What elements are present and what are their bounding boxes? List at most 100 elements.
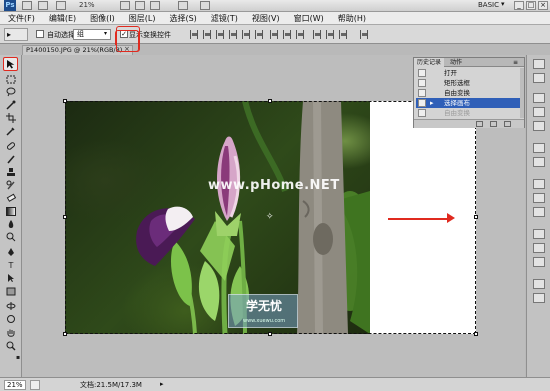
eyedropper-tool-icon[interactable]	[4, 125, 18, 137]
menu-edit[interactable]: 编辑(E)	[49, 13, 76, 24]
tab-actions[interactable]: 动作	[447, 58, 465, 67]
close-button[interactable]: ×	[538, 1, 548, 10]
history-scrollbar[interactable]	[520, 68, 524, 118]
menu-image[interactable]: 图像(I)	[90, 13, 115, 24]
navigator-panel-icon[interactable]	[533, 229, 545, 239]
channels-panel-icon[interactable]	[533, 193, 545, 203]
quick-selection-tool-icon[interactable]	[4, 99, 18, 111]
align-left-icon[interactable]	[229, 30, 237, 39]
view-extras-icon[interactable]	[38, 1, 48, 10]
align-top-icon[interactable]	[190, 30, 198, 39]
panel-menu-icon[interactable]: ≡	[510, 58, 521, 67]
healing-brush-tool-icon[interactable]	[4, 140, 18, 152]
path-selection-tool-icon[interactable]	[4, 272, 18, 284]
menu-view[interactable]: 视图(V)	[252, 13, 280, 24]
pen-tool-icon[interactable]	[4, 246, 18, 258]
rotate-view-icon[interactable]	[150, 1, 160, 10]
new-snapshot-icon[interactable]	[490, 121, 497, 127]
swatches-panel-icon[interactable]	[533, 107, 545, 117]
distribute-top-icon[interactable]	[270, 30, 278, 39]
status-icon[interactable]	[30, 380, 40, 390]
distribute-left-icon[interactable]	[313, 30, 321, 39]
zoom-level[interactable]: 21%	[79, 1, 95, 9]
type-tool-icon[interactable]: T	[4, 259, 18, 271]
status-menu-arrow-icon[interactable]: ▸	[160, 380, 164, 388]
menu-layer[interactable]: 图层(L)	[129, 13, 156, 24]
transform-handle-left[interactable]	[63, 215, 67, 219]
transform-handle-right[interactable]	[474, 215, 478, 219]
bridge-icon[interactable]	[22, 1, 32, 10]
align-horizontal-center-icon[interactable]	[242, 30, 250, 39]
zoom-tool-icon[interactable]	[4, 340, 18, 352]
color-panel-icon[interactable]	[533, 93, 545, 103]
distribute-bottom-icon[interactable]	[296, 30, 304, 39]
histogram-panel-icon[interactable]	[533, 257, 545, 267]
history-row[interactable]: 打开	[416, 68, 520, 78]
delete-icon[interactable]	[504, 121, 511, 127]
zoom-level-icon[interactable]	[56, 1, 66, 10]
transform-handle-top-left[interactable]	[63, 99, 67, 103]
history-row-active[interactable]: ▸ 选择画布	[416, 98, 520, 108]
menu-select[interactable]: 选择(S)	[169, 13, 196, 24]
align-vertical-center-icon[interactable]	[203, 30, 211, 39]
transform-handle-bottom-right[interactable]	[474, 332, 478, 336]
info-panel-icon[interactable]	[533, 243, 545, 253]
layers-panel-icon[interactable]	[533, 179, 545, 189]
dodge-tool-icon[interactable]	[4, 231, 18, 243]
eraser-tool-icon[interactable]	[4, 192, 18, 204]
blur-tool-icon[interactable]	[4, 218, 18, 230]
maximize-button[interactable]: □	[526, 1, 536, 10]
menu-window[interactable]: 窗口(W)	[294, 13, 324, 24]
auto-select-checkbox[interactable]	[36, 30, 44, 38]
menu-file[interactable]: 文件(F)	[8, 13, 35, 24]
distribute-right-icon[interactable]	[339, 30, 347, 39]
history-row-disabled[interactable]: 自由变换	[416, 108, 520, 118]
animation-panel-icon[interactable]	[533, 293, 545, 303]
transform-handle-bottom[interactable]	[268, 332, 272, 336]
crop-tool-icon[interactable]	[4, 112, 18, 124]
new-document-icon[interactable]	[476, 121, 483, 127]
history-panel-icon[interactable]	[533, 59, 545, 69]
adjustments-panel-icon[interactable]	[533, 143, 545, 153]
tool-preset-picker[interactable]: ▸	[4, 28, 28, 41]
masks-panel-icon[interactable]	[533, 157, 545, 167]
styles-panel-icon[interactable]	[533, 121, 545, 131]
marquee-tool-icon[interactable]	[4, 73, 18, 85]
3d-panel-icon[interactable]	[533, 279, 545, 289]
screen-mode-icon[interactable]	[200, 1, 210, 10]
tab-history[interactable]: 历史记录	[414, 58, 445, 67]
hand-tool-icon[interactable]	[4, 327, 18, 339]
minimize-button[interactable]: _	[514, 1, 524, 10]
chevron-down-icon[interactable]: ▾	[501, 0, 505, 8]
default-colors-icon[interactable]: ▪	[15, 354, 21, 361]
chevron-down-icon[interactable]: ▾	[104, 30, 107, 37]
auto-align-layers-icon[interactable]	[360, 30, 368, 39]
history-row[interactable]: 自由变换	[416, 88, 520, 98]
history-brush-source-icon[interactable]: ▸	[430, 98, 434, 108]
history-brush-tool-icon[interactable]	[4, 179, 18, 191]
menu-filter[interactable]: 滤镜(T)	[211, 13, 238, 24]
arrange-documents-icon[interactable]	[178, 1, 188, 10]
transform-center-icon[interactable]: ✧	[266, 212, 274, 222]
distribute-horizontal-icon[interactable]	[326, 30, 334, 39]
transform-handle-top[interactable]	[268, 99, 272, 103]
paths-panel-icon[interactable]	[533, 207, 545, 217]
rectangle-tool-icon[interactable]	[4, 285, 18, 297]
status-zoom-field[interactable]: 21%	[4, 380, 26, 390]
move-tool-icon[interactable]	[3, 57, 18, 71]
hand-tool-icon[interactable]	[120, 1, 130, 10]
actions-panel-icon[interactable]	[533, 73, 545, 83]
gradient-tool-icon[interactable]	[4, 205, 18, 217]
menu-help[interactable]: 帮助(H)	[338, 13, 366, 24]
workspace-switcher[interactable]: BASIC	[478, 1, 499, 9]
3d-orbit-tool-icon[interactable]	[4, 313, 18, 325]
align-right-icon[interactable]	[255, 30, 263, 39]
transform-handle-bottom-left[interactable]	[63, 332, 67, 336]
distribute-center-icon[interactable]	[283, 30, 291, 39]
zoom-tool-icon[interactable]	[135, 1, 145, 10]
align-bottom-icon[interactable]	[216, 30, 224, 39]
lasso-tool-icon[interactable]	[4, 86, 18, 98]
brush-tool-icon[interactable]	[4, 153, 18, 165]
3d-rotate-tool-icon[interactable]	[4, 300, 18, 312]
history-row[interactable]: 矩形选框	[416, 78, 520, 88]
